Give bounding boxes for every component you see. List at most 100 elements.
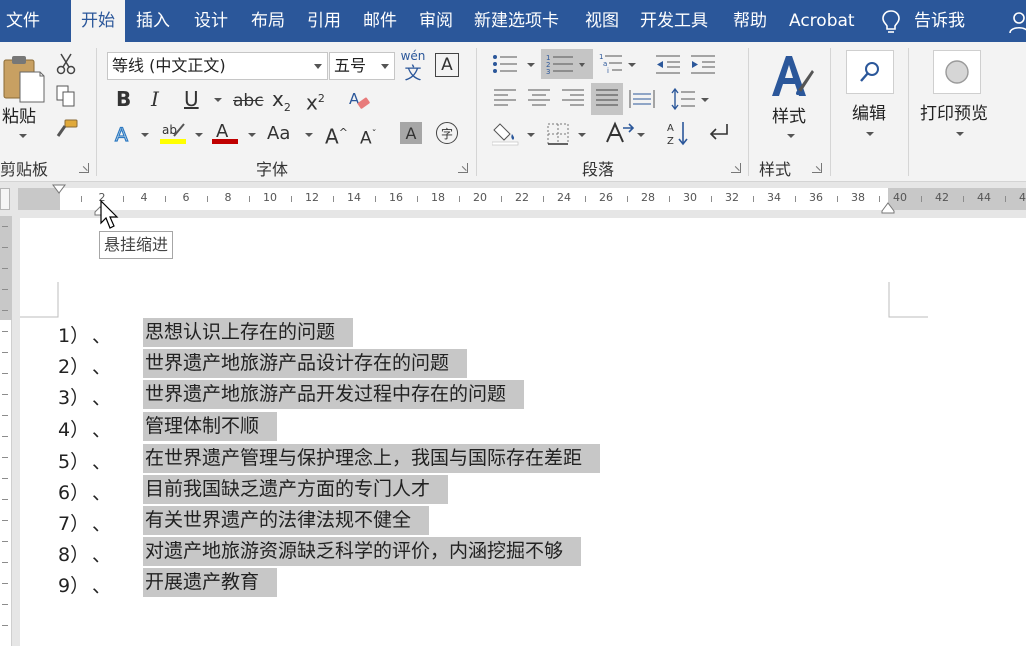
user-icon[interactable] [1008, 10, 1026, 34]
paste-dropdown-icon[interactable] [19, 134, 27, 138]
highlight-icon[interactable]: ab [160, 120, 188, 146]
list-number: 9） [58, 575, 90, 597]
shading-dropdown-icon[interactable] [527, 133, 535, 137]
list-separator: 、 [92, 419, 112, 441]
list-item-text[interactable]: 对遗产地旅游资源缺乏科学的评价，内涵挖掘不够 [143, 537, 582, 566]
tab-developer[interactable]: 开发工具 [640, 0, 708, 42]
list-item-text[interactable]: 有关世界遗产的法律法规不健全 [143, 506, 430, 535]
character-border-icon[interactable]: A [435, 53, 459, 77]
strikethrough-button[interactable]: abc [233, 89, 264, 113]
multilevel-list-icon[interactable]: 1 a i [598, 52, 626, 76]
vertical-ruler-tick [2, 415, 8, 416]
distributed-icon[interactable] [629, 88, 655, 110]
tab-file[interactable]: 文件 [6, 0, 40, 42]
list-item-text[interactable]: 在世界遗产管理与保护理念上，我国与国际存在差距 [143, 444, 601, 473]
underline-dropdown-icon[interactable] [214, 98, 222, 102]
list-item-text[interactable]: 思想认识上存在的问题 [143, 318, 354, 347]
horizontal-ruler[interactable]: 2 4 6 8 10 12 14 16 18 20 22 24 26 28 30 32 34 36 38 40 42 44… [0, 182, 1026, 216]
text-effects-dropdown-icon[interactable] [141, 133, 149, 137]
list-item-text[interactable]: 世界遗产地旅游产品设计存在的问题 [143, 349, 468, 378]
tab-help[interactable]: 帮助 [733, 0, 767, 42]
character-shading-icon[interactable]: A [400, 122, 422, 144]
bullets-icon[interactable] [492, 54, 518, 74]
tab-layout[interactable]: 布局 [251, 0, 285, 42]
tab-mailings[interactable]: 邮件 [363, 0, 397, 42]
tab-references[interactable]: 引用 [307, 0, 341, 42]
tab-review[interactable]: 审阅 [419, 0, 453, 42]
chinese-layout-icon[interactable] [605, 120, 635, 146]
list-item-text[interactable]: 开展遗产教育 [143, 568, 278, 597]
justify-button[interactable] [591, 83, 623, 115]
bold-button[interactable]: B [116, 87, 131, 111]
styles-icon[interactable] [768, 50, 814, 102]
styles-dropdown-icon[interactable] [787, 134, 795, 138]
font-name-combo[interactable]: 等线 (中文正文) [107, 52, 328, 80]
print-preview-button[interactable] [933, 50, 981, 94]
phonetic-guide-icon[interactable]: 文 [401, 62, 425, 84]
format-painter-icon[interactable] [55, 118, 79, 140]
list-item-text[interactable]: 管理体制不顺 [143, 412, 278, 441]
tab-insert[interactable]: 插入 [136, 0, 170, 42]
tab-view[interactable]: 视图 [585, 0, 619, 42]
font-color-icon[interactable]: A [212, 120, 238, 146]
cut-icon[interactable] [55, 52, 77, 76]
increase-indent-icon[interactable] [690, 54, 716, 74]
clear-formatting-icon[interactable]: A [347, 88, 371, 112]
list-item-text[interactable]: 世界遗产地旅游产品开发过程中存在的问题 [143, 380, 525, 409]
copy-icon[interactable] [55, 84, 77, 108]
show-marks-icon[interactable] [707, 122, 731, 144]
tab-design[interactable]: 设计 [194, 0, 228, 42]
line-spacing-icon[interactable] [670, 87, 696, 111]
highlight-dropdown-icon[interactable] [195, 133, 203, 137]
editing-button[interactable] [846, 50, 894, 94]
borders-icon[interactable] [546, 122, 570, 146]
chinese-layout-dropdown-icon[interactable] [637, 133, 645, 137]
lightbulb-icon[interactable] [880, 9, 902, 35]
superscript-button[interactable]: x2 [306, 87, 325, 115]
tab-acrobat[interactable]: Acrobat [789, 0, 855, 42]
shading-icon[interactable] [492, 120, 520, 146]
change-case-button[interactable]: Aa [267, 122, 290, 146]
numbering-button[interactable]: 1 2 3 [541, 49, 593, 79]
underline-button[interactable]: U [184, 87, 199, 111]
document-page[interactable]: 1） 、 思想认识上存在的问题 2） 、 世界遗产地旅游产品设计存在的问题 3）… [20, 218, 1026, 646]
subscript-button[interactable]: x2 [272, 87, 291, 120]
paste-button-label[interactable]: 粘贴 [2, 102, 36, 127]
paragraph-launcher-icon[interactable] [731, 163, 741, 173]
line-spacing-dropdown-icon[interactable] [701, 98, 709, 102]
right-indent-marker[interactable] [881, 202, 895, 214]
list-number: 1） [58, 325, 90, 347]
clipboard-launcher-icon[interactable] [79, 163, 89, 173]
bullets-dropdown-icon[interactable] [527, 63, 535, 67]
tab-new-tab[interactable]: 新建选项卡 [474, 0, 559, 42]
tab-home[interactable]: 开始 [71, 0, 125, 44]
list-item-text[interactable]: 目前我国缺乏遗产方面的专门人才 [143, 475, 449, 504]
font-color-dropdown-icon[interactable] [248, 133, 256, 137]
print-preview-label[interactable]: 打印预览 [920, 99, 988, 124]
grow-font-button[interactable]: A^ [325, 121, 348, 149]
first-line-indent-marker[interactable] [52, 184, 66, 194]
italic-button[interactable]: I [151, 87, 159, 111]
decrease-indent-icon[interactable] [655, 54, 681, 74]
font-launcher-icon[interactable] [458, 163, 468, 173]
print-preview-dropdown-icon[interactable] [956, 132, 964, 136]
shrink-font-button[interactable]: Aˇ [360, 123, 377, 151]
editing-dropdown-icon[interactable] [866, 132, 874, 136]
styles-button-label[interactable]: 样式 [772, 102, 806, 127]
enclose-characters-icon[interactable]: 字 [436, 122, 458, 144]
tell-me-search[interactable]: 告诉我 [914, 0, 965, 42]
align-center-icon[interactable] [527, 88, 551, 110]
paste-icon[interactable] [2, 54, 46, 104]
styles-launcher-icon[interactable] [812, 163, 822, 173]
borders-dropdown-icon[interactable] [578, 133, 586, 137]
align-right-icon[interactable] [561, 88, 585, 110]
text-effects-icon[interactable]: A [113, 122, 135, 146]
vertical-ruler[interactable] [0, 216, 18, 646]
editing-button-label[interactable]: 编辑 [852, 99, 886, 124]
multilevel-dropdown-icon[interactable] [628, 63, 636, 67]
align-left-icon[interactable] [493, 88, 517, 110]
font-size-combo[interactable]: 五号 [329, 52, 395, 80]
tab-selector[interactable] [0, 188, 10, 210]
change-case-dropdown-icon[interactable] [305, 133, 313, 137]
sort-icon[interactable]: A Z [666, 120, 690, 146]
